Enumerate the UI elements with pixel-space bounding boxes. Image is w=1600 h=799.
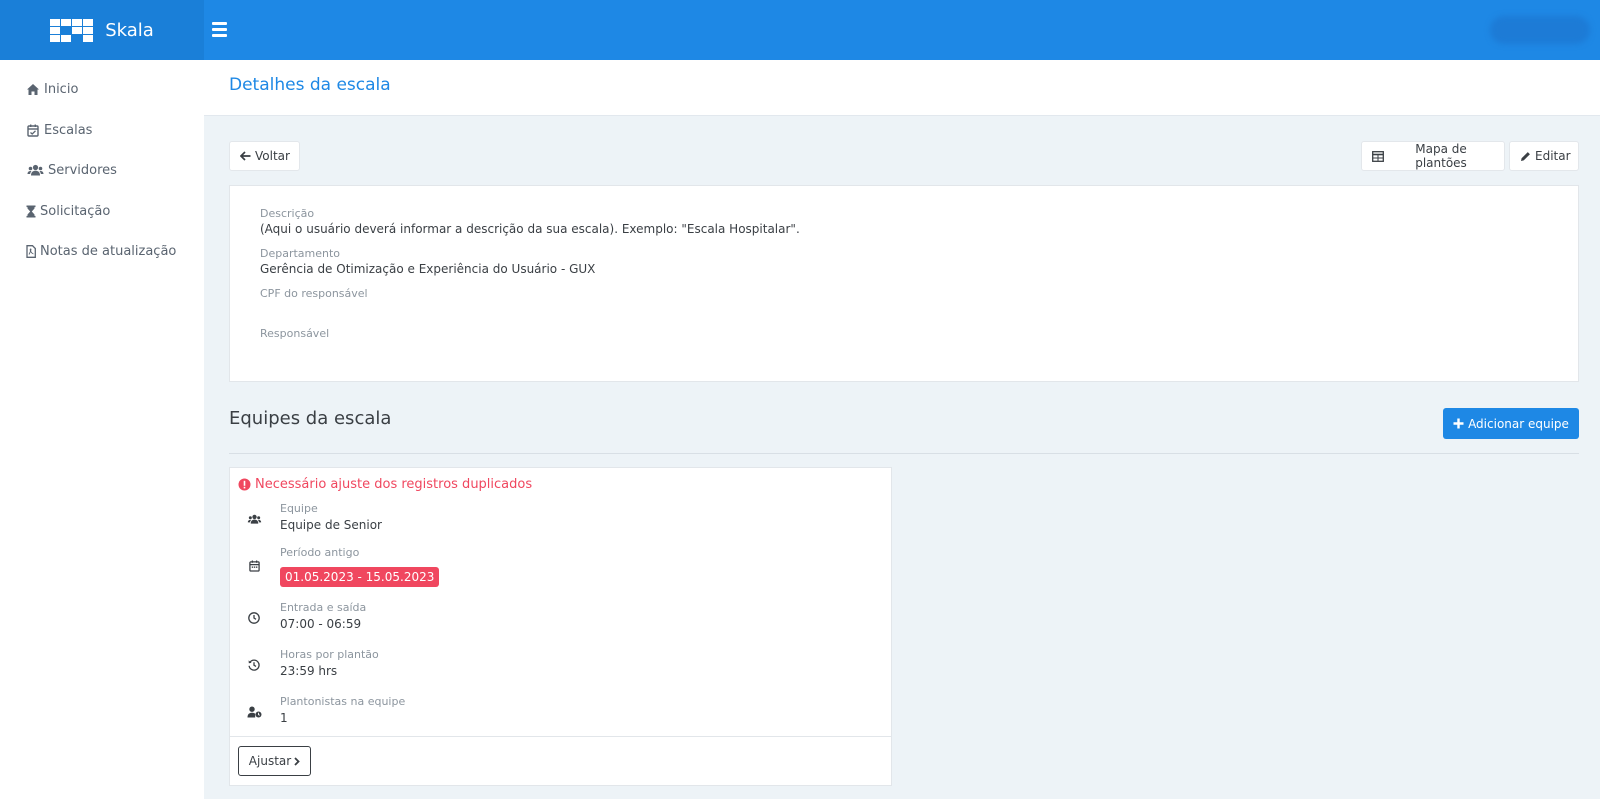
teams-section-title: Equipes da escala: [229, 408, 392, 429]
hourglass-icon: [26, 204, 36, 218]
sidebar-item-label: Solicitação: [40, 203, 111, 219]
team-value: Equipe de Senior: [280, 518, 382, 532]
user-clock-icon: [246, 704, 262, 720]
pencil-icon: [1520, 151, 1531, 162]
description-label: Descrição: [260, 207, 315, 220]
description-value: (Aqui o usuário deverá informar a descri…: [260, 222, 800, 236]
edit-button[interactable]: Editar: [1509, 141, 1579, 171]
sidebar-item-solicitacao[interactable]: Solicitação: [26, 201, 110, 221]
add-team-button[interactable]: Adicionar equipe: [1443, 408, 1579, 439]
team-label: Equipe: [280, 502, 318, 515]
on-duty-value: 1: [280, 711, 288, 725]
calendar-icon: [246, 558, 262, 574]
users-icon: [246, 511, 262, 527]
sidebar-item-servidores[interactable]: Servidores: [26, 160, 117, 180]
on-duty-label: Plantonistas na equipe: [280, 695, 406, 708]
hours-label: Horas por plantão: [280, 648, 379, 661]
calendar-check-icon: [26, 123, 40, 137]
entry-exit-label: Entrada e saída: [280, 601, 367, 614]
sidebar: Inicio Escalas Servidores Solicitação No…: [0, 60, 204, 799]
department-value: Gerência de Otimização e Experiência do …: [260, 262, 596, 276]
section-divider: [229, 453, 1579, 454]
menu-toggle-icon[interactable]: [212, 18, 234, 40]
plus-icon: [1453, 418, 1464, 429]
add-team-label: Adicionar equipe: [1468, 416, 1569, 431]
chevron-right-icon: [294, 756, 300, 766]
users-icon: [26, 163, 44, 177]
sidebar-item-label: Notas de atualização: [40, 243, 177, 259]
brand-name: Skala: [105, 19, 154, 41]
skala-logo-icon: [50, 18, 94, 42]
period-label: Período antigo: [280, 546, 360, 559]
history-icon: [246, 657, 262, 673]
team-card: Necessário ajuste dos registros duplicad…: [229, 467, 892, 786]
period-badge: 01.05.2023 - 15.05.2023: [280, 567, 440, 587]
sidebar-item-label: Escalas: [44, 122, 93, 138]
table-icon: [1372, 150, 1384, 162]
entry-exit-value: 07:00 - 06:59: [280, 617, 362, 631]
brand[interactable]: Skala: [0, 0, 204, 60]
shift-map-label: Mapa de plantões: [1415, 142, 1467, 170]
arrow-left-icon: [240, 151, 251, 161]
edit-label: Editar: [1535, 149, 1571, 163]
home-icon: [26, 82, 40, 96]
duplicate-warning: Necessário ajuste dos registros duplicad…: [238, 477, 532, 492]
sidebar-item-notas[interactable]: Notas de atualização: [26, 241, 176, 261]
back-button[interactable]: Voltar: [229, 141, 300, 171]
hours-value: 23:59 hrs: [280, 664, 338, 678]
back-label: Voltar: [255, 149, 290, 163]
exclamation-circle-icon: [238, 478, 251, 491]
adjust-label: Ajustar: [248, 754, 292, 768]
clock-icon: [246, 610, 262, 626]
adjust-button[interactable]: Ajustar: [238, 746, 311, 776]
details-card: Descrição (Aqui o usuário deverá informa…: [229, 185, 1579, 382]
sidebar-item-label: Inicio: [44, 81, 79, 97]
card-footer-divider: [230, 736, 891, 737]
responsible-label: Responsável: [260, 327, 330, 340]
user-menu[interactable]: [1490, 16, 1590, 44]
duplicate-warning-text: Necessário ajuste dos registros duplicad…: [255, 477, 533, 492]
shift-map-button[interactable]: Mapa de plantões: [1361, 141, 1505, 171]
file-pdf-icon: [26, 244, 36, 258]
sidebar-item-escalas[interactable]: Escalas: [26, 120, 92, 140]
top-bar: Skala: [0, 0, 1600, 60]
page-header: Detalhes da escala: [204, 60, 1600, 116]
sidebar-item-label: Servidores: [48, 162, 117, 178]
page-title: Detalhes da escala: [229, 75, 391, 95]
department-label: Departamento: [260, 247, 341, 260]
cpf-label: CPF do responsável: [260, 287, 368, 300]
sidebar-item-inicio[interactable]: Inicio: [26, 79, 78, 99]
